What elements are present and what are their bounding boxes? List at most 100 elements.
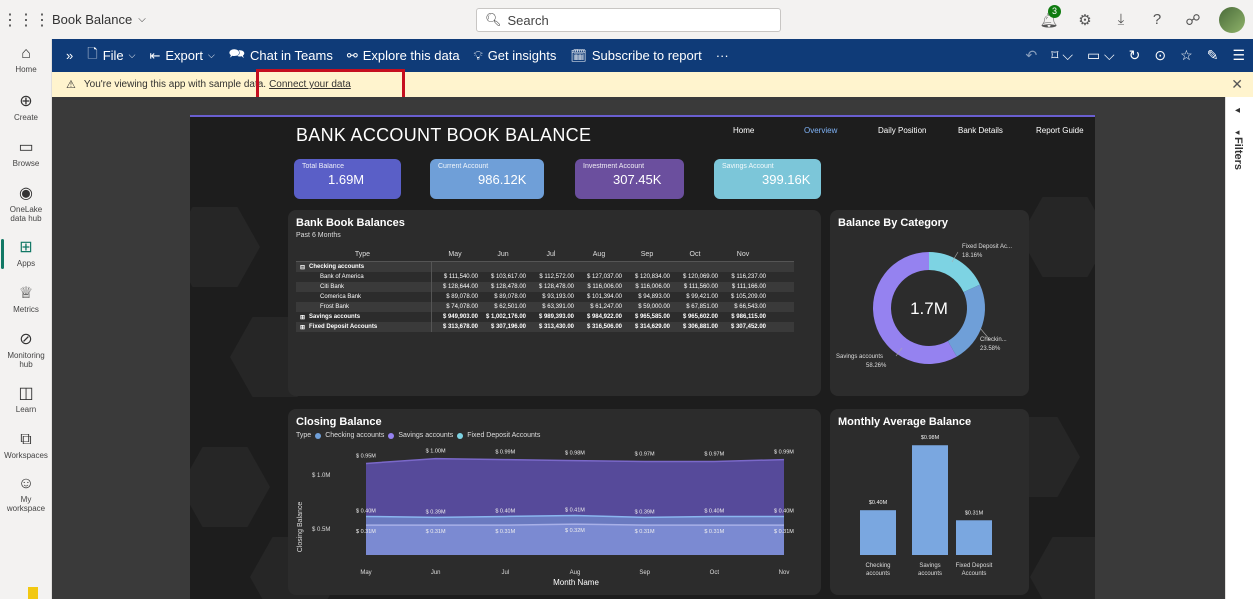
powerbi-logo-icon <box>28 587 38 599</box>
report-nav-overview[interactable]: Overview <box>804 126 837 135</box>
table-cell: $ 965,585.00 <box>634 314 670 320</box>
table-row[interactable]: Comerica Bank $ 89,078.00 $ 89,078.00 $ 93,… <box>296 292 794 302</box>
kpi-current-account[interactable]: Current Account 986.12K <box>430 159 544 199</box>
export-icon: ⇤ <box>149 47 161 63</box>
bank-book-balances-card[interactable]: Bank Book Balances Past 6 Months Type Ma… <box>288 210 821 396</box>
app-launcher-icon[interactable]: ⋮⋮⋮ <box>0 10 52 30</box>
nav-onelake[interactable]: ◉ OneLake data hub <box>0 183 52 223</box>
bookmark-icon[interactable]: ⌑ ⌵ <box>1051 47 1073 64</box>
column-header[interactable]: Nov <box>720 251 768 258</box>
column-header[interactable]: Sep <box>624 251 672 258</box>
search-icon: 🔍︎ <box>485 12 502 27</box>
bar[interactable] <box>912 445 948 555</box>
data-label: $ 0.31M <box>356 529 376 535</box>
table-row[interactable]: Bank of America $ 111,540.00 $ 103,617.00 $… <box>296 272 794 282</box>
column-header[interactable]: Jul <box>528 251 576 258</box>
report-nav-bank-details[interactable]: Bank Details <box>958 126 1003 135</box>
column-header[interactable]: May <box>432 251 480 258</box>
kpi-total-balance[interactable]: Total Balance 1.69M <box>294 159 401 199</box>
report-page: BANK ACCOUNT BOOK BALANCE Home Overview … <box>190 115 1095 599</box>
list-icon[interactable]: ☰ <box>1232 47 1245 64</box>
bar-category-label: accounts <box>918 571 942 577</box>
insights-label: Get insights <box>487 48 557 63</box>
column-header[interactable]: Type <box>296 248 432 261</box>
chevron-down-icon: ⌵ <box>128 50 136 60</box>
bar[interactable] <box>956 520 992 555</box>
closing-balance-card[interactable]: Closing Balance Type Checking accounts S… <box>288 409 821 595</box>
download-icon[interactable]: ⤓ <box>1103 11 1139 28</box>
nav-create[interactable]: ⊕ Create <box>0 91 52 122</box>
row-label: ⊞ Savings accounts <box>296 312 432 322</box>
nav-my-workspace[interactable]: ☺ My workspace <box>0 475 52 513</box>
x-axis-label: Month Name <box>553 578 599 587</box>
monitor-icon: ⊘ <box>19 331 33 348</box>
data-label: $ 0.40M <box>774 508 794 514</box>
table-cell: $ 66,543.00 <box>734 304 766 310</box>
undo-icon[interactable]: ↶ <box>1026 47 1038 64</box>
explore-data-button[interactable]: ⚯ Explore this data <box>347 48 460 64</box>
subscribe-button[interactable]: 🗓︎ Subscribe to report <box>570 48 701 64</box>
collapse-arrow-icon[interactable]: ◂ <box>1235 105 1240 116</box>
table-row[interactable]: Frost Bank $ 74,078.00 $ 62,501.00 $ 63,391… <box>296 302 794 312</box>
column-header[interactable]: Aug <box>576 251 624 258</box>
user-avatar[interactable] <box>1219 6 1245 33</box>
chat-in-teams-button[interactable]: 🗪︎ Chat in Teams <box>229 45 333 67</box>
nav-apps[interactable]: ⊞ Apps <box>0 237 52 269</box>
table-row[interactable]: ⊞ Savings accounts $ 949,903.00 $ 1,002,176… <box>296 312 794 322</box>
bar-category-label: accounts <box>866 571 890 577</box>
table-row[interactable]: ⊟ Checking accounts <box>296 262 794 272</box>
kpi-investment-account[interactable]: Investment Account 307.45K <box>575 159 684 199</box>
table-cell: $ 111,166.00 <box>731 284 766 290</box>
row-label: Comerica Bank <box>296 292 432 302</box>
bar-category-label: Fixed Deposit <box>956 563 993 569</box>
explore-label: Explore this data <box>362 48 460 63</box>
nav-workspaces[interactable]: ⧉ Workspaces <box>0 431 52 460</box>
bar[interactable] <box>860 510 896 555</box>
balance-by-category-card[interactable]: Balance By Category 1.7M Fixed Deposit A… <box>830 210 1029 396</box>
app-name-label: Book Balance <box>52 12 133 27</box>
favorite-star-icon[interactable]: ☆ <box>1180 47 1193 64</box>
edit-pencil-icon[interactable]: ✎ <box>1207 47 1219 64</box>
search-box[interactable]: 🔍︎ Search <box>476 8 781 32</box>
bar-chart: $0.40M Checking accounts $0.98M Savings accou… <box>860 435 993 577</box>
nav-learn[interactable]: ◫ Learn <box>0 383 52 414</box>
refresh-icon[interactable]: ↻ <box>1129 47 1141 64</box>
report-nav-report-guide[interactable]: Report Guide <box>1036 126 1084 135</box>
settings-gear-icon[interactable]: ⚙ <box>1067 11 1103 29</box>
expand-toggle-icon[interactable]: ⊟ <box>300 264 305 271</box>
filters-pane[interactable]: ◂ ◂ Filters <box>1225 97 1253 599</box>
share-people-icon[interactable]: ☍ <box>1175 11 1211 29</box>
slice-percent: 18.16% <box>962 253 983 259</box>
table-cell: $ 116,006.00 <box>587 284 622 290</box>
table-row[interactable]: Citi Bank $ 128,644.00 $ 128,478.00 $ 128,4… <box>296 282 794 292</box>
y-axis-label: Closing Balance <box>297 502 304 553</box>
nav-learn-label: Learn <box>15 405 37 414</box>
get-insights-button[interactable]: 💡︎ Get insights <box>474 48 557 64</box>
report-nav-daily-position[interactable]: Daily Position <box>878 126 926 135</box>
kpi-savings-account[interactable]: Savings Account 399.16K <box>714 159 821 199</box>
table-cell: $ 99,421.00 <box>686 294 718 300</box>
nav-metrics[interactable]: ♕ Metrics <box>0 283 52 314</box>
table-row[interactable]: ⊞ Fixed Deposit Accounts $ 313,678.00 $ 307… <box>296 322 794 332</box>
nav-browse[interactable]: ▭ Browse <box>0 137 52 168</box>
more-label: ··· <box>715 48 729 63</box>
expand-toggle-icon[interactable]: ⊞ <box>300 314 305 321</box>
nav-monitoring[interactable]: ⊘ Monitoring hub <box>0 329 52 369</box>
notifications-icon[interactable]: 🔔︎ 3 <box>1031 4 1067 29</box>
more-options-button[interactable]: ··· <box>716 48 729 63</box>
monthly-average-card[interactable]: Monthly Average Balance $0.40M Checking ac… <box>830 409 1029 595</box>
app-name-dropdown[interactable]: Book Balance ⌵ <box>52 12 146 27</box>
view-icon[interactable]: ▭ ⌵ <box>1087 47 1115 64</box>
help-icon[interactable]: ? <box>1139 11 1175 28</box>
file-menu-button[interactable]: 🗋︎ File ⌵ <box>87 45 135 67</box>
nav-home[interactable]: ⌂ Home <box>0 45 52 74</box>
expand-nav-button[interactable]: » <box>66 48 73 63</box>
expand-toggle-icon[interactable]: ⊞ <box>300 324 305 331</box>
export-menu-button[interactable]: ⇤ Export ⌵ <box>149 48 214 64</box>
column-header[interactable]: Jun <box>480 251 528 258</box>
report-nav-home[interactable]: Home <box>733 126 754 135</box>
comment-icon[interactable]: ⊙ <box>1154 47 1166 64</box>
column-header[interactable]: Oct <box>672 251 720 258</box>
close-icon[interactable]: ✕ <box>1231 76 1243 93</box>
table-body: ⊟ Checking accounts Bank of America $ 111,5… <box>296 262 794 332</box>
